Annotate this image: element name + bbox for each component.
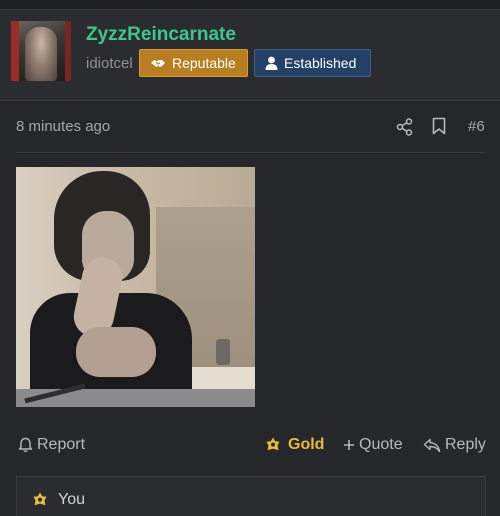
- avatar-figure: [25, 27, 57, 81]
- divider: [16, 152, 484, 153]
- handshake-icon: [151, 60, 165, 67]
- avatar-detail: [65, 21, 71, 81]
- username-link[interactable]: ZyzzReincarnate: [86, 24, 236, 46]
- reply-arrow-icon: [423, 438, 441, 452]
- quote-label: Quote: [359, 436, 403, 453]
- reply-label: Reply: [445, 436, 486, 453]
- post-actions: Report Gold Quote Reply: [0, 428, 500, 462]
- reply-button[interactable]: Reply: [423, 436, 486, 454]
- report-button[interactable]: Report: [18, 436, 85, 454]
- report-label: Report: [37, 436, 86, 453]
- image-detail: [76, 327, 156, 377]
- post-timestamp[interactable]: 8 minutes ago: [16, 118, 110, 135]
- top-strip: [0, 0, 500, 10]
- post-meta: 8 minutes ago #6: [0, 102, 500, 152]
- reaction-user: You: [58, 491, 85, 508]
- post-header: ZyzzReincarnate idiotcel Reputable Estab…: [0, 10, 500, 101]
- gold-button[interactable]: Gold: [264, 436, 324, 454]
- reaction-summary[interactable]: You: [16, 476, 486, 516]
- established-badge: Established: [254, 49, 371, 77]
- bookmark-icon[interactable]: [432, 117, 446, 135]
- badge-label: Established: [284, 55, 357, 71]
- user-title: idiotcel: [86, 55, 133, 72]
- reputable-badge: Reputable: [139, 49, 248, 77]
- share-icon[interactable]: [396, 118, 413, 136]
- gold-crown-icon: [266, 437, 280, 451]
- avatar-detail: [11, 21, 19, 81]
- post-media-image[interactable]: [16, 167, 255, 407]
- gold-crown-icon: [33, 492, 47, 506]
- user-icon: [265, 56, 278, 70]
- reaction-row: You: [31, 491, 85, 509]
- image-detail: [216, 339, 230, 365]
- gold-label: Gold: [288, 436, 325, 453]
- avatar[interactable]: [11, 21, 71, 81]
- bell-icon: [18, 437, 33, 453]
- badge-label: Reputable: [172, 55, 236, 71]
- post-number-link[interactable]: #6: [468, 118, 485, 135]
- quote-button[interactable]: Quote: [343, 436, 403, 454]
- plus-icon: [344, 440, 354, 450]
